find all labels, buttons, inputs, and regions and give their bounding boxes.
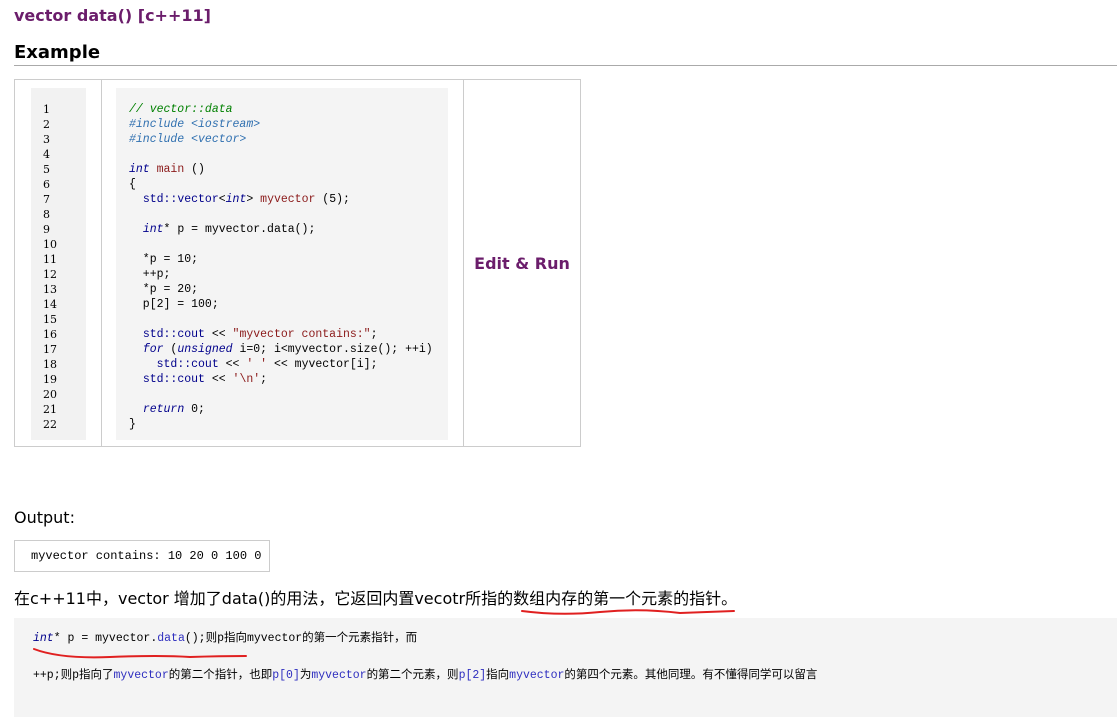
code-comment: // vector::data: [129, 103, 233, 116]
line-number: 12: [43, 268, 57, 281]
line-number: 18: [43, 358, 57, 371]
code-preprocessor: #include <iostream>: [129, 118, 261, 131]
example-box: 1 2 3 4 5 6 7 8 9 10 11 12 13 14 15 16 1…: [14, 79, 581, 447]
note-text: 的第二个指针，也即: [168, 669, 273, 682]
note-text: 指向: [486, 669, 510, 682]
note-block: int* p = myvector.data();则p指向myvector的第一…: [14, 618, 1117, 717]
line-number: 10: [43, 238, 57, 251]
red-underline-annotation: [521, 609, 735, 615]
line-number: 16: [43, 328, 57, 341]
note-line-1: int* p = myvector.data();则p指向myvector的第一…: [33, 629, 417, 645]
column-divider: [101, 80, 102, 446]
line-number: 22: [43, 418, 57, 431]
line-number: 3: [43, 133, 50, 146]
line-number: 20: [43, 388, 57, 401]
page-title: vector data() [c++11]: [14, 6, 211, 25]
code-line-9: int* p = myvector.data();: [142, 223, 316, 236]
line-number: 6: [43, 178, 50, 191]
note-highlight: myvector: [113, 669, 169, 682]
note-function: data: [157, 632, 185, 645]
code-line-14: p[2] = 100;: [129, 298, 219, 311]
section-heading-example: Example: [14, 42, 1117, 66]
code-line-21: return 0;: [142, 403, 205, 416]
code-line-12: ++p;: [129, 268, 171, 281]
code-line-6: {: [129, 178, 136, 191]
line-number: 7: [43, 193, 50, 206]
line-number: 5: [43, 163, 50, 176]
note-text: 的第二个元素，则: [366, 669, 459, 682]
code-line-5: int main (): [129, 163, 205, 176]
code-line-19: std::cout << '\n';: [142, 373, 268, 386]
code-line-16: std::cout << "myvector contains:";: [142, 328, 378, 341]
note-highlight: p[2]: [458, 669, 487, 682]
line-number: 17: [43, 343, 57, 356]
note-highlight: p[0]: [272, 669, 300, 682]
line-number: 2: [43, 118, 50, 131]
note-text: 的第四个元素。其他同理。有不懂得同学可以留言: [564, 669, 818, 682]
line-number: 9: [43, 223, 50, 236]
output-label: Output:: [14, 508, 75, 527]
code-line-2: #include <iostream>: [129, 117, 260, 132]
note-text: 为: [299, 669, 312, 682]
note-keyword: int: [33, 632, 54, 645]
code-line-1: // vector::data: [129, 102, 233, 117]
code-block: // vector::data #include <iostream> #inc…: [116, 88, 448, 440]
line-number: 13: [43, 283, 57, 296]
note-line-2: ++p;则p指向了myvector的第二个指针，也即p[0]为myvector的…: [33, 666, 817, 682]
line-number: 15: [43, 313, 57, 326]
line-number: 19: [43, 373, 57, 386]
note-text: ++p;则p指向了: [33, 669, 114, 682]
note-text: ();则p指向myvector的第一个元素指针，而: [184, 632, 418, 645]
edit-and-run-button[interactable]: Edit & Run: [463, 80, 581, 446]
code-line-22: }: [129, 418, 136, 431]
line-number: 1: [43, 103, 50, 116]
output-box: myvector contains: 10 20 0 100 0: [14, 540, 270, 572]
line-number: 21: [43, 403, 57, 416]
line-number-gutter: 1 2 3 4 5 6 7 8 9 10 11 12 13 14 15 16 1…: [31, 88, 86, 440]
note-highlight: myvector: [509, 669, 565, 682]
note-highlight: myvector: [311, 669, 367, 682]
code-line-13: *p = 20;: [129, 283, 199, 296]
code-line-18: std::cout << ' ' << myvector[i];: [156, 358, 378, 371]
line-number: 4: [43, 148, 50, 161]
line-number: 11: [43, 253, 57, 266]
line-number: 8: [43, 208, 50, 221]
code-line-17: for (unsigned i=0; i<myvector.size(); ++…: [142, 343, 433, 356]
code-line-3: #include <vector>: [129, 132, 246, 147]
explanation-text: 在c++11中，vector 增加了data()的用法，它返回内置vecotr所…: [14, 589, 738, 608]
code-line-7: std::vector<int> myvector (5);: [142, 193, 350, 206]
note-code: * p = myvector.: [53, 632, 158, 645]
code-line-11: *p = 10;: [129, 253, 199, 266]
line-number: 14: [43, 298, 57, 311]
code-preprocessor: #include <vector>: [129, 133, 247, 146]
